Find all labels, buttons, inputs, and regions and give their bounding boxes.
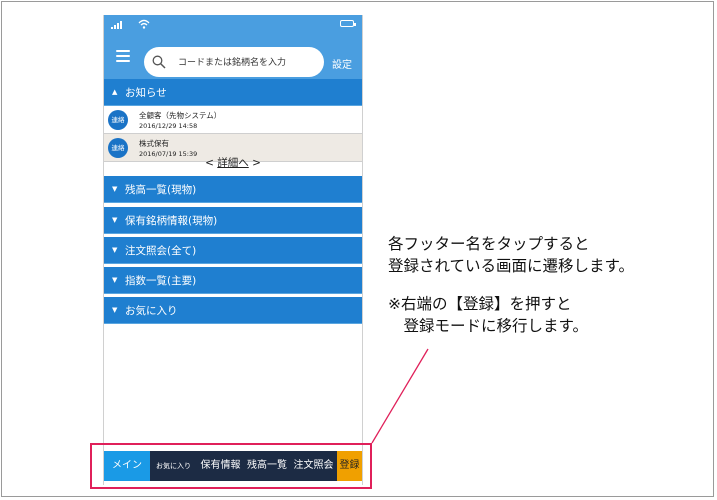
section-label: 注文照会(全て) (125, 245, 197, 257)
expand-triangle-icon: ▼ (112, 185, 118, 193)
news-item[interactable]: 連絡 全顧客（先物システム） 2016/12/29 14:58 (104, 106, 362, 134)
annotation-line: 各フッター名をタップすると (388, 235, 590, 253)
detail-link[interactable]: < 詳細へ > (104, 155, 362, 170)
expand-triangle-icon: ▼ (112, 306, 118, 314)
section-news-label: お知らせ (125, 87, 167, 99)
detail-link-label: 詳細へ (217, 157, 249, 169)
detail-link-prefix: < (205, 157, 218, 169)
section-orders[interactable]: ▼ 注文照会(全て) (104, 237, 362, 264)
collapse-triangle-icon: ▲ (112, 88, 118, 96)
battery-icon (340, 20, 356, 27)
news-date: 2016/12/29 14:58 (139, 122, 198, 130)
search-icon (152, 55, 166, 69)
annotation-line: 登録モードに移行します。 (388, 317, 588, 335)
annotation-line: 登録されている画面に遷移します。 (388, 257, 634, 275)
section-label: 保有銘柄情報(現物) (125, 215, 218, 227)
hamburger-menu-icon[interactable] (116, 50, 130, 62)
detail-link-suffix: > (248, 157, 261, 169)
settings-link[interactable]: 設定 (332, 56, 352, 71)
expand-triangle-icon: ▼ (112, 246, 118, 254)
section-balance[interactable]: ▼ 残高一覧(現物) (104, 176, 362, 203)
phone-screen: コードまたは銘柄名を入力 設定 ▲ お知らせ 連絡 全顧客（先物システム） 20… (103, 15, 363, 485)
section-label: 指数一覧(主要) (125, 275, 197, 287)
section-label: 残高一覧(現物) (125, 184, 197, 196)
section-favorites[interactable]: ▼ お気に入り (104, 297, 362, 324)
expand-triangle-icon: ▼ (112, 216, 118, 224)
search-placeholder: コードまたは銘柄名を入力 (178, 58, 287, 68)
signal-icon (111, 21, 122, 29)
notice-badge: 連絡 (108, 110, 128, 130)
expand-triangle-icon: ▼ (112, 276, 118, 284)
app-header: コードまたは銘柄名を入力 設定 (104, 33, 362, 79)
section-label: お気に入り (125, 305, 178, 317)
status-bar (104, 15, 362, 33)
annotation-line: ※右端の【登録】を押すと (388, 295, 572, 313)
section-news[interactable]: ▲ お知らせ (104, 79, 362, 106)
footer-highlight-box (90, 443, 372, 489)
section-holdings[interactable]: ▼ 保有銘柄情報(現物) (104, 207, 362, 234)
news-title: 株式保有 (139, 139, 169, 148)
news-title: 全顧客（先物システム） (139, 111, 222, 120)
search-input[interactable]: コードまたは銘柄名を入力 (144, 47, 324, 77)
wifi-icon (138, 19, 150, 29)
section-indices[interactable]: ▼ 指数一覧(主要) (104, 267, 362, 294)
